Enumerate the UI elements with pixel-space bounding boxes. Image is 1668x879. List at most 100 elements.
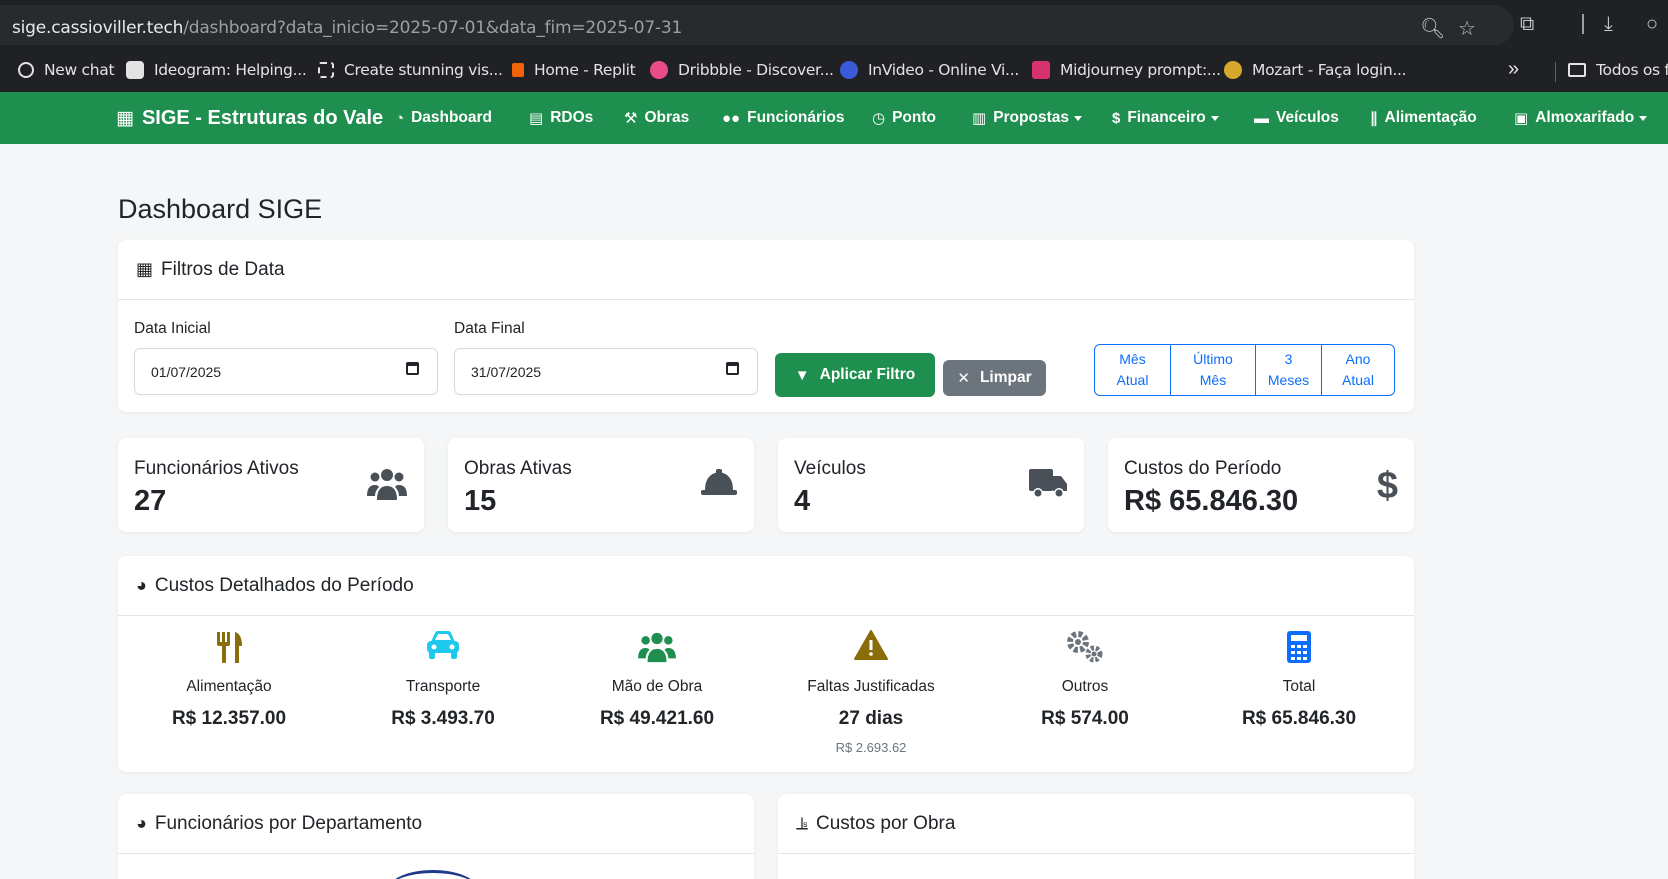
cost-label: Mão de Obra xyxy=(611,678,703,695)
clipboard-icon: ▤ xyxy=(529,110,544,127)
stat-value: 15 xyxy=(464,485,497,517)
bookmark-replit[interactable]: Home - Replit xyxy=(512,60,636,80)
users-icon: ●● xyxy=(722,109,741,127)
download-icon[interactable]: ⤓ xyxy=(1604,10,1613,38)
users-icon xyxy=(366,466,408,511)
star-icon[interactable]: ☆ xyxy=(1458,15,1476,43)
stat-card-employees: Funcionários Ativos 27 xyxy=(118,438,424,532)
employees-by-department-header: ◕ Funcionários por Departamento xyxy=(118,794,754,854)
cost-label: Faltas Justificadas xyxy=(807,678,935,695)
dribbble-icon xyxy=(650,61,668,79)
url-field[interactable]: sige.cassioviller.tech/dashboard?data_in… xyxy=(0,5,1514,45)
cost-subvalue: R$ 2.693.62 xyxy=(835,740,907,755)
quick-range-group: Mês Atual Último Mês 3 Meses Ano Atual xyxy=(1094,344,1395,396)
pie-chart-edge xyxy=(388,870,478,879)
building-icon: ▦ xyxy=(116,108,134,129)
stat-card-costs: Custos do Período R$ 65.846.30 $ xyxy=(1108,438,1414,532)
start-date-input[interactable]: 01/07/2025 xyxy=(134,348,438,395)
costs-by-work-header: ⫡ Custos por Obra xyxy=(778,794,1414,854)
cost-transport: Transporte R$ 3.493.70 xyxy=(353,630,533,730)
nav-propostas[interactable]: ▥ Propostas xyxy=(972,109,1082,127)
cost-label: Transporte xyxy=(405,678,481,695)
nav-funcionarios[interactable]: ●● Funcionários xyxy=(722,109,844,127)
stat-value: 4 xyxy=(794,485,811,517)
more-bookmarks-icon[interactable]: » xyxy=(1508,58,1519,81)
extensions-icon[interactable]: ⧉ xyxy=(1520,10,1534,38)
cost-absences: Faltas Justificadas 27 dias R$ 2.693.62 xyxy=(781,630,961,755)
calendar-picker-icon[interactable] xyxy=(726,362,739,375)
end-date-label: Data Final xyxy=(454,320,525,337)
brand-link[interactable]: ▦ SIGE - Estruturas do Vale xyxy=(116,107,383,130)
gears-icon xyxy=(995,630,1175,666)
bar-chart-icon: ⫡ xyxy=(796,813,809,833)
chevron-down-icon xyxy=(1074,115,1082,121)
zoom-icon[interactable]: 🔍︎ xyxy=(1420,15,1445,43)
quick-3-months-button[interactable]: 3 Meses xyxy=(1256,345,1322,395)
nav-almoxarifado[interactable]: ▣ Almoxarifado xyxy=(1514,109,1648,127)
date-filter-header: ▦ Filtros de Data xyxy=(118,240,1414,300)
url-path: /dashboard?data_inicio=2025-07-01&data_f… xyxy=(183,18,683,38)
bookmark-ideogram[interactable]: Ideogram: Helping... xyxy=(126,60,307,80)
nav-obras[interactable]: ⚒ Obras xyxy=(624,109,689,127)
car-icon xyxy=(353,630,533,666)
cost-label: Total xyxy=(1282,678,1316,695)
cost-label: Alimentação xyxy=(186,678,272,695)
cost-value: R$ 65.846.30 xyxy=(1241,708,1357,729)
cost-value: R$ 12.357.00 xyxy=(171,708,287,729)
file-icon: ▥ xyxy=(972,110,987,127)
invideo-icon xyxy=(840,61,858,79)
cost-value: R$ 3.493.70 xyxy=(391,708,495,729)
bookmark-dribbble[interactable]: Dribbble - Discover... xyxy=(650,60,834,80)
bookmark-invideo[interactable]: InVideo - Online Vi... xyxy=(840,60,1019,80)
ideogram-icon xyxy=(126,61,144,79)
clear-filter-button[interactable]: ✕ Limpar xyxy=(943,360,1046,396)
pie-chart-icon: ◕ xyxy=(136,575,147,595)
folder-icon xyxy=(1568,63,1586,77)
warning-icon xyxy=(781,630,961,666)
cost-total: Total R$ 65.846.30 xyxy=(1209,630,1389,730)
profile-icon[interactable]: ○ xyxy=(1646,10,1658,38)
mozart-icon xyxy=(1224,61,1242,79)
dollar-icon: $ xyxy=(1376,465,1398,507)
bookmark-new-chat[interactable]: New chat xyxy=(18,60,115,80)
nav-veiculos[interactable]: ▬ Veículos xyxy=(1254,109,1339,127)
bookmark-midjourney[interactable]: Midjourney prompt:... xyxy=(1032,60,1221,80)
quick-current-month-button[interactable]: Mês Atual xyxy=(1095,345,1171,395)
browser-address-bar: sige.cassioviller.tech/dashboard?data_in… xyxy=(0,0,1668,48)
bookmark-mozart[interactable]: Mozart - Faça login... xyxy=(1224,60,1407,80)
utensils-icon: ∥ xyxy=(1370,110,1378,127)
calendar-icon: ▦ xyxy=(136,259,154,279)
stat-card-vehicles: Veículos 4 xyxy=(778,438,1084,532)
clock-icon: ◷ xyxy=(872,110,886,127)
quick-last-month-button[interactable]: Último Mês xyxy=(1171,345,1256,395)
nav-alimentacao[interactable]: ∥ Alimentação xyxy=(1370,109,1477,127)
nav-rdos[interactable]: ▤ RDOs xyxy=(529,109,593,127)
nav-ponto[interactable]: ◷ Ponto xyxy=(872,109,936,127)
toolbar-divider xyxy=(1582,14,1584,34)
truck-icon xyxy=(1028,466,1068,509)
stat-title: Funcionários Ativos xyxy=(134,458,299,479)
stat-value: 27 xyxy=(134,485,167,517)
hammer-icon: ⚒ xyxy=(624,110,638,127)
dollar-icon: $ xyxy=(1112,109,1121,127)
filter-icon: ▼ xyxy=(794,366,810,384)
bookmark-create-stunning[interactable]: Create stunning vis... xyxy=(318,60,503,80)
costs-by-work-card: ⫡ Custos por Obra xyxy=(778,794,1414,879)
calendar-picker-icon[interactable] xyxy=(406,362,419,375)
quick-current-year-button[interactable]: Ano Atual xyxy=(1322,345,1394,395)
apply-filter-button[interactable]: ▼ Aplicar Filtro xyxy=(775,353,935,397)
openai-icon xyxy=(18,62,34,78)
detailed-costs-header: ◕ Custos Detalhados do Período xyxy=(118,556,1414,616)
bookmarks-divider xyxy=(1555,62,1556,82)
nav-financeiro[interactable]: $ Financeiro xyxy=(1112,109,1219,127)
hard-hat-icon xyxy=(700,466,738,507)
start-date-label: Data Inicial xyxy=(134,320,211,337)
bookmarks-folder[interactable]: Todos os fa xyxy=(1568,60,1668,80)
stat-title: Custos do Período xyxy=(1124,458,1282,479)
nav-dashboard[interactable]: ◔ Dashboard xyxy=(395,109,492,127)
chevron-down-icon xyxy=(1639,115,1648,121)
stat-title: Veículos xyxy=(794,458,866,479)
app-navbar: ▦ SIGE - Estruturas do Vale ◔ Dashboard ▤… xyxy=(0,92,1668,144)
end-date-input[interactable]: 31/07/2025 xyxy=(454,348,758,395)
close-icon: ✕ xyxy=(957,370,970,387)
